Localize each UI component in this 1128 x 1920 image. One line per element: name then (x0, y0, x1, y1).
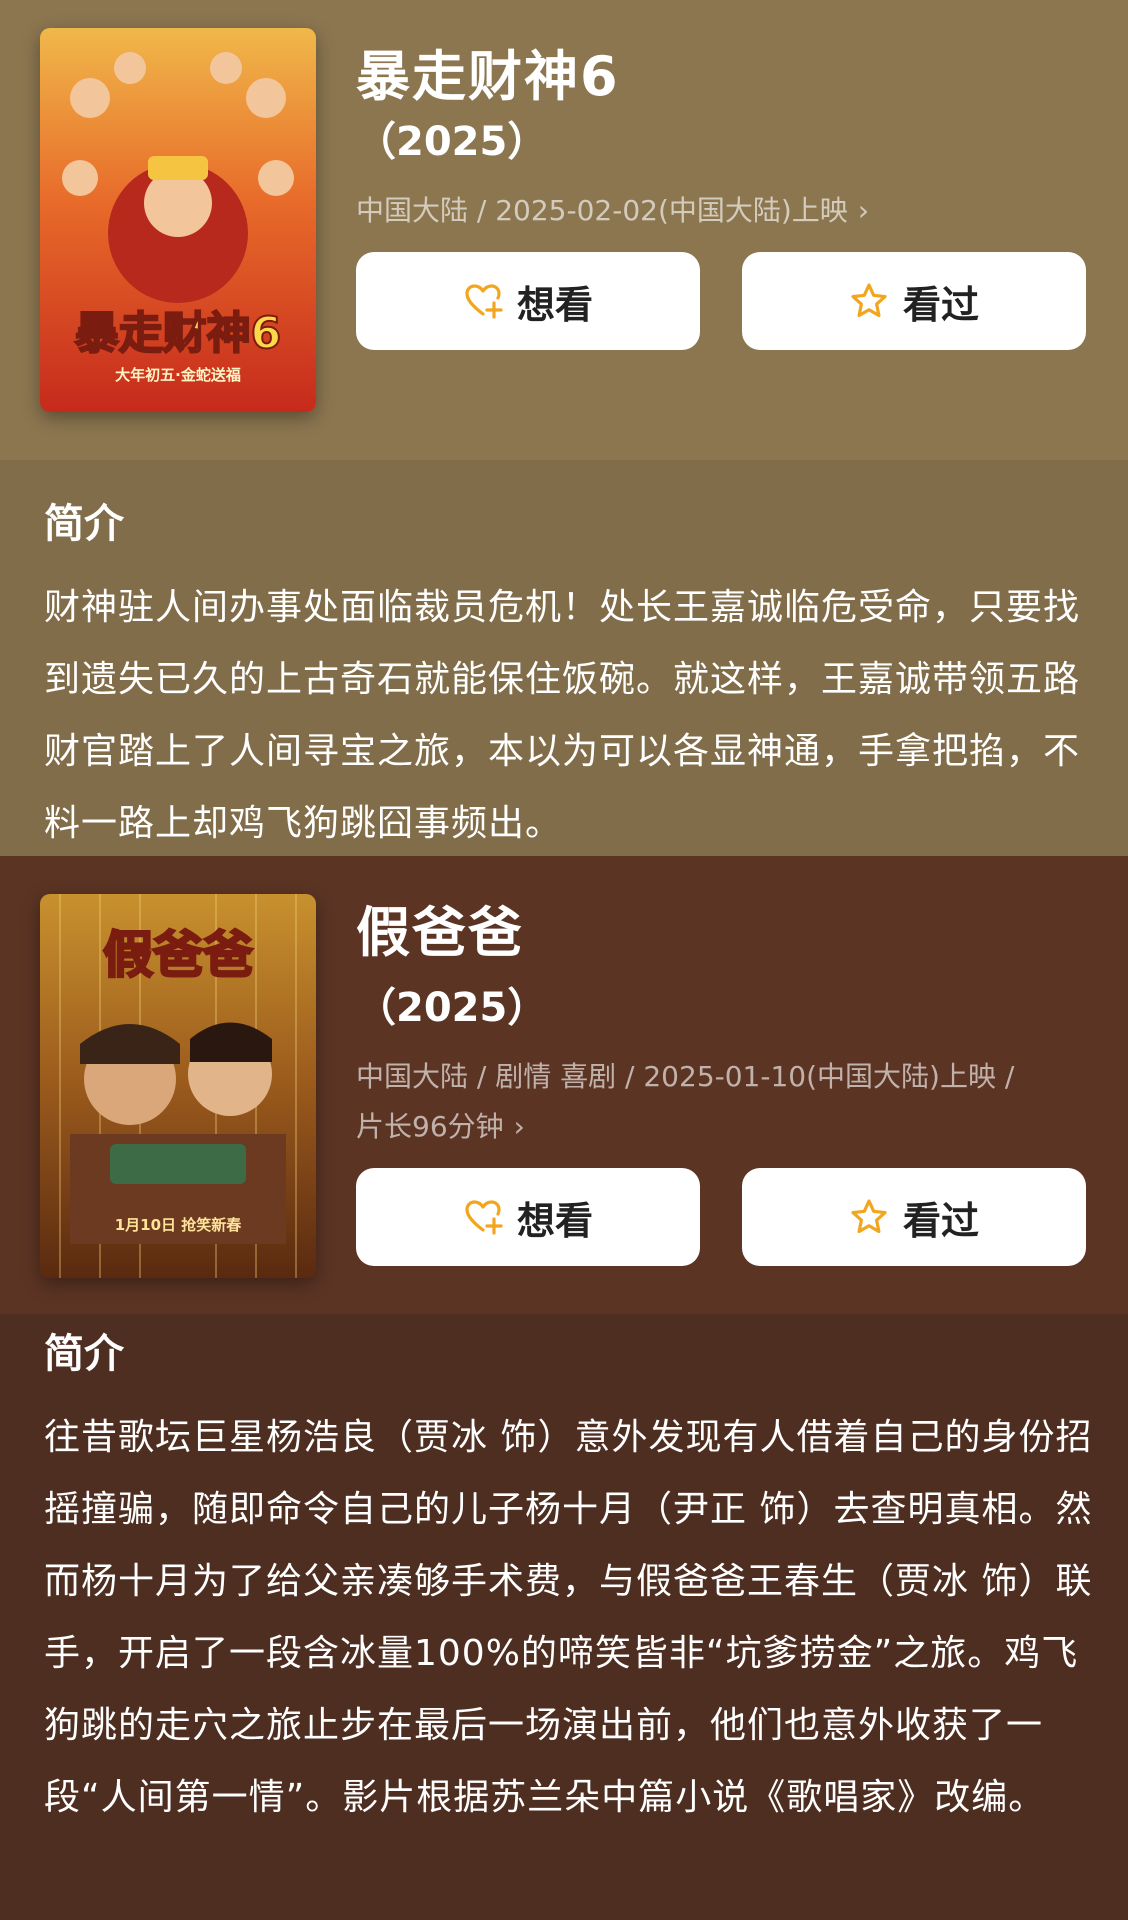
movie-poster[interactable]: 暴走财神6 大年初五·金蛇送福 (40, 28, 316, 412)
chevron-right-icon: › (857, 194, 870, 227)
star-icon (849, 281, 889, 321)
want-to-watch-button[interactable]: 想看 (356, 252, 700, 350)
heart-plus-icon (463, 1197, 503, 1237)
movie-year: （2025） (356, 985, 548, 1031)
movie-intro-1: 简介 财神驻人间办事处面临裁员危机！处长王嘉诚临危受命，只要找到遗失已久的上古奇… (0, 460, 1128, 856)
watched-button[interactable]: 看过 (742, 1168, 1086, 1266)
movie-meta[interactable]: 中国大陆 / 2025-02-02(中国大陆)上映 › (356, 186, 1096, 236)
intro-text: 财神驻人间办事处面临裁员危机！处长王嘉诚临危受命，只要找到遗失已久的上古奇石就能… (44, 587, 1081, 844)
movie-card-1: 暴走财神6 大年初五·金蛇送福 暴走财神6 （2025） 中国大陆 / 2025… (0, 0, 1128, 460)
seen-label: 看过 (902, 1198, 979, 1243)
intro-heading: 简介 (44, 1331, 124, 1377)
movie-poster[interactable]: 假爸爸 1月10日 抢笑新春 (40, 894, 316, 1278)
svg-text:大年初五·金蛇送福: 大年初五·金蛇送福 (115, 366, 241, 384)
meta-text: 中国大陆 / 剧情 喜剧 / 2025-01-10(中国大陆)上映 / (356, 1060, 1015, 1093)
movie-year: （2025） (356, 119, 548, 165)
watched-button[interactable]: 看过 (742, 252, 1086, 350)
meta-text: 中国大陆 / 2025-02-02(中国大陆)上映 (356, 194, 848, 227)
chevron-right-icon: › (513, 1110, 525, 1143)
star-icon (849, 1197, 889, 1237)
movie-title: 暴走财神6 (356, 45, 620, 108)
want-label: 想看 (516, 282, 593, 327)
movie-card-2: 假爸爸 1月10日 抢笑新春 假爸爸 （2025） 中国大陆 / 剧情 喜剧 /… (0, 856, 1128, 1314)
seen-label: 看过 (902, 282, 979, 327)
intro-heading: 简介 (44, 501, 124, 547)
movie-intro-2: 简介 往昔歌坛巨星杨浩良（贾冰 饰）意外发现有人借着自己的身份招摇撞骗，随即命令… (0, 1314, 1128, 1920)
movie-meta[interactable]: 中国大陆 / 剧情 喜剧 / 2025-01-10(中国大陆)上映 / 片长96… (356, 1052, 1096, 1152)
meta-text-runtime: 片长96分钟 (356, 1110, 504, 1143)
heart-plus-icon (463, 281, 503, 321)
movie-title: 假爸爸 (356, 901, 524, 964)
svg-text:假爸爸: 假爸爸 (103, 926, 253, 984)
want-label: 想看 (516, 1198, 593, 1243)
intro-text: 往昔歌坛巨星杨浩良（贾冰 饰）意外发现有人借着自己的身份招摇撞骗，随即命令自己的… (44, 1417, 1093, 1818)
svg-text:暴走财神6: 暴走财神6 (75, 308, 282, 359)
svg-text:1月10日 抢笑新春: 1月10日 抢笑新春 (115, 1216, 242, 1234)
want-to-watch-button[interactable]: 想看 (356, 1168, 700, 1266)
